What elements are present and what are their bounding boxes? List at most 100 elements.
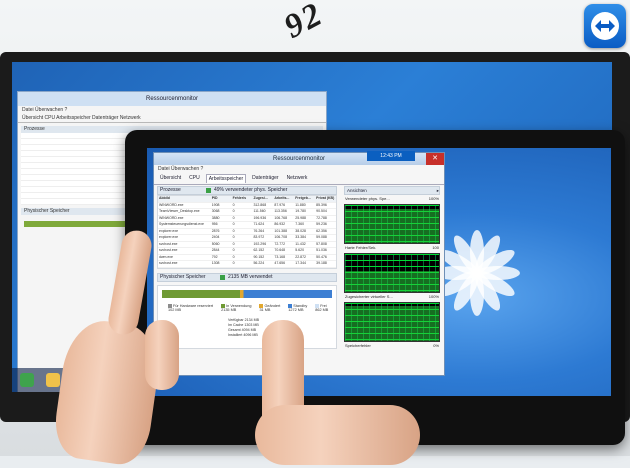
physical-memory-label: Physischer Speicher [160, 273, 206, 280]
back-window-tabs[interactable]: Übersicht CPU Arbeitsspeicher Datenträge… [18, 114, 326, 123]
processes-section-header[interactable]: Prozesse 49% verwendeter phys. Speicher [157, 186, 337, 195]
table-cell: 5.620 [295, 248, 305, 252]
table-cell: 19.780 [295, 209, 306, 213]
table-cell: 0 [232, 241, 235, 246]
table-cell: 0 [232, 209, 235, 213]
views-header[interactable]: Ansichten ▸ [344, 186, 440, 195]
table-cell: 76.264 [253, 228, 265, 233]
physical-memory-header[interactable]: Physischer Speicher 2135 MB verwendet [157, 272, 337, 282]
table-row[interactable]: svchost.exe 1308 0 56.224 47.656 17.344 39.188 [158, 261, 336, 268]
memory-usage-bar [162, 289, 332, 298]
menu-bar[interactable]: Datei Überwachen ? [154, 165, 444, 173]
table-cell: dwm.exe [159, 254, 174, 259]
table-cell: 73.168 [274, 254, 286, 259]
table-cell: 7.360 [295, 222, 305, 226]
table-cell: 2876 [211, 228, 220, 233]
tab-overview[interactable]: Übersicht [158, 174, 183, 183]
table-cell: 196.936 [253, 215, 267, 220]
table-cell: WINWORD.exe [159, 202, 184, 207]
legend-item: Standby 1272 MB [288, 303, 308, 312]
close-button[interactable]: ✕ [426, 153, 444, 165]
table-cell: 59.236 [316, 222, 327, 226]
table-cell: 57.808 [316, 241, 327, 246]
table-cell: 72.788 [316, 215, 327, 220]
tablet-screen: Ressourcenmonitor ✕ Datei Überwachen ? Ü… [147, 148, 611, 396]
tab-disk[interactable]: Datenträger [250, 174, 280, 183]
folder-icon[interactable] [46, 373, 60, 387]
table-cell: 25.988 [295, 215, 306, 220]
graph-label: Verwendeter phys. Spe... 100% [345, 196, 439, 201]
graph-label: Speicherfehler 0% [345, 343, 439, 348]
stat-line: Gesamt 4094 MB [228, 327, 256, 332]
table-cell: 101.388 [274, 228, 288, 233]
table-cell: explorer.exe [159, 228, 179, 233]
table-cell: 38.028 [295, 228, 306, 233]
table-body: WINWORD.exe 1908 0 312.868 87.976 11.880 85.39… [158, 203, 336, 268]
column-header[interactable]: Fehler/s [232, 196, 253, 202]
table-cell: 70.648 [274, 248, 286, 252]
table-cell: 85.396 [316, 202, 327, 207]
processes-status: 49% verwendeter phys. Speicher [214, 187, 288, 193]
processes-label: Prozesse [160, 187, 181, 193]
commit-graph [344, 302, 440, 342]
table-cell: 90.152 [253, 254, 265, 259]
collapse-icon[interactable]: ▸ [437, 187, 439, 194]
table-cell: 39.188 [316, 261, 327, 265]
table-cell: 11.880 [295, 202, 306, 207]
hard-faults-graph [344, 253, 440, 293]
physical-memory-graph [344, 204, 440, 244]
graph-label: Harte Fehler/Sek. 100 [345, 245, 439, 250]
tab-bar: Übersicht CPU Arbeitsspeicher Datenträge… [154, 173, 444, 185]
table-cell: 62.152 [253, 248, 265, 252]
column-header[interactable]: Privat (KB) [315, 196, 336, 202]
table-cell: 51.036 [316, 248, 327, 252]
table-cell: 0 [232, 248, 235, 252]
column-header[interactable]: Zugesi... [252, 196, 273, 202]
table-cell: 86.932 [274, 222, 286, 226]
start-icon[interactable] [20, 373, 34, 387]
views-label[interactable]: Ansichten [347, 187, 367, 194]
column-header[interactable]: Freigeb... [294, 196, 315, 202]
column-header[interactable]: PID [211, 196, 232, 202]
flower-wallpaper [432, 228, 522, 318]
table-cell: 90.504 [316, 209, 327, 213]
process-table: Abbild PID Fehler/s Zugesi... Arbeits...… [157, 195, 337, 269]
table-cell: 2844 [211, 248, 220, 252]
memory-indicator-icon [220, 274, 225, 280]
tab-cpu[interactable]: CPU [187, 174, 202, 183]
memory-chart: Für Hardware reserviert 102 MB In Verwend… [157, 284, 337, 349]
table-cell: 0 [232, 202, 235, 207]
table-cell: svchost.exe [159, 248, 178, 252]
table-cell: 83.972 [253, 235, 265, 239]
table-cell: 33.384 [295, 235, 306, 239]
memory-stats: Verfügbar 2134 MB Im Cache 1303 MB Gesam… [228, 318, 259, 338]
table-cell: 192.296 [253, 241, 267, 246]
legend-item: Geändert 31 MB [259, 303, 281, 312]
table-cell: 62.356 [316, 228, 327, 233]
physical-memory-status: 2135 MB verwendet [228, 273, 273, 280]
table-cell: 47.656 [274, 261, 286, 265]
back-window-menu[interactable]: Datei Überwachen ? [18, 106, 326, 114]
table-cell: 3068 [211, 209, 220, 213]
column-header[interactable]: Arbeits... [273, 196, 294, 202]
table-cell: 3880 [211, 215, 220, 220]
table-cell: svchost.exe [159, 241, 178, 246]
tab-memory[interactable]: Arbeitsspeicher [205, 174, 247, 183]
table-cell: 106.708 [274, 235, 288, 239]
table-cell: 87.976 [274, 202, 286, 207]
stat-line: Verfügbar 2134 MB [228, 317, 259, 322]
table-cell: TeamViewer_Desktop.exe [159, 209, 200, 213]
graph-label: Zugesicherter virtueller S... 100% [345, 294, 439, 299]
column-header[interactable]: Abbild [158, 196, 211, 202]
legend-item: In Verwendung 2135 MB [221, 303, 252, 312]
left-pane: Prozesse 49% verwendeter phys. Speicher … [157, 186, 337, 372]
table-cell: 111.560 [253, 209, 266, 213]
clock-badge: 12:43 PM [367, 151, 415, 161]
table-cell: 50.476 [316, 254, 327, 259]
tablet-device: Ressourcenmonitor ✕ Datei Überwachen ? Ü… [125, 130, 625, 445]
table-cell: 59.088 [316, 235, 327, 239]
table-cell: 71.624 [253, 222, 265, 226]
table-cell: 22.872 [295, 254, 306, 259]
table-cell: explorer.exe [159, 235, 179, 239]
tab-network[interactable]: Netzwerk [285, 174, 310, 183]
